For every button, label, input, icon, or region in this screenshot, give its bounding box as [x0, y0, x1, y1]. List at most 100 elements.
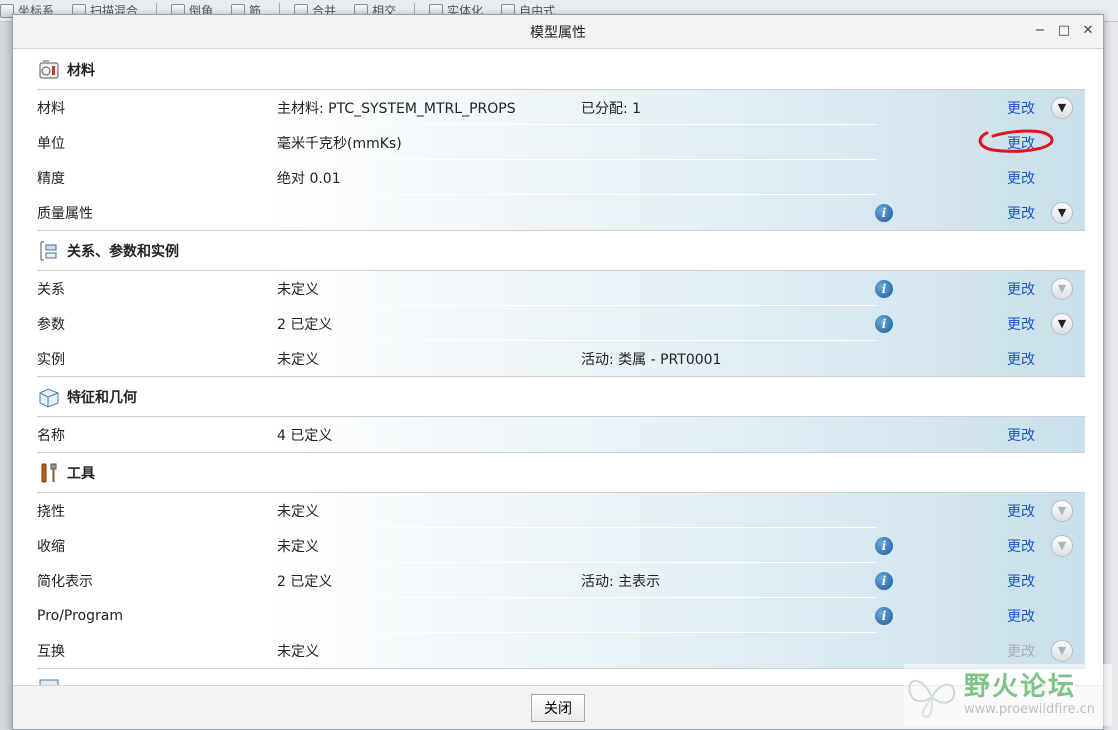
info-icon[interactable]: i	[875, 203, 893, 222]
change-link[interactable]: 更改	[1007, 501, 1035, 521]
property-status: 活动: 主表示	[581, 573, 661, 590]
property-label: 精度	[37, 170, 65, 187]
row-divider	[267, 124, 877, 125]
section-title: 关系、参数和实例	[67, 243, 179, 260]
property-label: 材料	[37, 100, 65, 117]
change-link[interactable]: 更改	[1007, 133, 1035, 153]
property-row: 质量属性 i 更改 ▼	[37, 195, 1085, 230]
row-highlight-band	[267, 528, 1085, 563]
watermark-url: www.proewildfire.cn	[964, 702, 1095, 717]
property-row: 挠性 未定义 更改 ▼	[37, 493, 1085, 528]
tools-icon	[37, 461, 61, 485]
row-divider	[267, 562, 877, 563]
property-label: 互换	[37, 643, 65, 660]
property-value: 未定义	[277, 281, 319, 298]
close-button[interactable]: 关闭	[531, 693, 585, 722]
property-label: 名称	[37, 427, 65, 444]
background-right-panel	[1104, 22, 1118, 730]
property-row: 关系 未定义 i 更改 ▼	[37, 271, 1085, 306]
row-highlight-band	[267, 563, 1085, 598]
property-value: 主材料: PTC_SYSTEM_MTRL_PROPS	[277, 100, 516, 117]
change-link[interactable]: 更改	[1007, 425, 1035, 445]
row-highlight-band	[267, 633, 1085, 668]
change-link[interactable]: 更改	[1007, 349, 1035, 369]
property-row: 参数 2 已定义 i 更改 ▼	[37, 306, 1085, 341]
change-link[interactable]: 更改	[1007, 571, 1035, 591]
property-value: 4 已定义	[277, 427, 333, 444]
background-left-panel	[0, 22, 12, 730]
property-label: 质量属性	[37, 205, 93, 222]
chevron-down-icon[interactable]: ▼	[1051, 201, 1073, 224]
feature-icon	[37, 385, 61, 409]
chevron-down-icon[interactable]: ▼	[1051, 277, 1073, 300]
property-value: 未定义	[277, 503, 319, 520]
property-value: 绝对 0.01	[277, 170, 341, 187]
change-link[interactable]: 更改	[1007, 536, 1035, 556]
row-highlight-band	[267, 417, 1085, 452]
change-link[interactable]: 更改	[1007, 606, 1035, 626]
close-icon[interactable]: ✕	[1081, 24, 1095, 38]
section-title: 特征和几何	[67, 389, 137, 406]
change-link[interactable]: 更改	[1007, 279, 1035, 299]
info-icon[interactable]: i	[875, 279, 893, 298]
property-label: Pro/Program	[37, 607, 123, 624]
info-icon[interactable]: i	[875, 536, 893, 555]
property-row: 互换 未定义 更改 ▼	[37, 633, 1085, 668]
dialog-title: 模型属性	[530, 24, 586, 41]
row-divider	[267, 527, 877, 528]
section-header: 特征和几何	[37, 377, 1085, 417]
section-title: 工具	[67, 465, 95, 482]
property-row: 名称 4 已定义 更改	[37, 417, 1085, 452]
property-value: 毫米千克秒(mmKs)	[277, 135, 402, 152]
change-link[interactable]: 更改	[1007, 168, 1035, 188]
info-icon[interactable]: i	[875, 314, 893, 333]
vertical-scrollbar[interactable]	[1089, 50, 1103, 686]
dialog-titlebar[interactable]: 模型属性 − □ ✕	[13, 15, 1103, 49]
chevron-down-icon[interactable]: ▼	[1051, 499, 1073, 522]
row-highlight-band	[267, 271, 1085, 306]
chevron-down-icon[interactable]: ▼	[1051, 534, 1073, 557]
info-icon[interactable]: i	[875, 571, 893, 590]
property-value: 2 已定义	[277, 573, 333, 590]
section: 特征和几何名称 4 已定义 更改	[37, 377, 1085, 453]
property-value: 未定义	[277, 643, 319, 660]
info-icon[interactable]: i	[875, 606, 893, 625]
model-properties-dialog: 模型属性 − □ ✕ 材料 材料 主材料: PTC_SYSTEM_MTRL_PROP…	[12, 14, 1104, 730]
relations-icon	[37, 239, 61, 263]
row-divider	[267, 340, 877, 341]
property-row: 材料 主材料: PTC_SYSTEM_MTRL_PROPS 已分配: 1 更改 ▼	[37, 90, 1085, 125]
watermark-name: 野火论坛	[964, 672, 1077, 702]
minimize-icon[interactable]: −	[1033, 24, 1047, 38]
property-row: 实例 未定义 活动: 类属 - PRT0001 更改	[37, 341, 1085, 376]
row-highlight-band	[267, 493, 1085, 528]
section-title: 材料	[67, 62, 95, 79]
section: 工具 挠性 未定义 更改 ▼ 收缩 未定义 i 更改 ▼ 简化表示 2 已定义 活动: 主表示 i 更改 Pr…	[37, 453, 1085, 669]
property-value: 2 已定义	[277, 316, 333, 333]
section-header: 材料	[37, 50, 1085, 90]
change-link[interactable]: 更改	[1007, 314, 1035, 334]
property-row: 单位 毫米千克秒(mmKs) 更改	[37, 125, 1085, 160]
property-row: 精度 绝对 0.01 更改	[37, 160, 1085, 195]
change-link[interactable]: 更改	[1007, 98, 1035, 118]
property-row: Pro/Program i 更改	[37, 598, 1085, 633]
chevron-down-icon[interactable]: ▼	[1051, 96, 1073, 119]
chevron-down-icon[interactable]: ▼	[1051, 312, 1073, 335]
chevron-down-icon[interactable]: ▼	[1051, 639, 1073, 662]
maximize-icon[interactable]: □	[1057, 24, 1071, 38]
row-divider	[267, 159, 877, 160]
section-header: 关系、参数和实例	[37, 231, 1085, 271]
property-value: 未定义	[277, 538, 319, 555]
property-label: 单位	[37, 135, 65, 152]
forum-watermark: 野火论坛 www.proewildfire.cn	[904, 664, 1112, 726]
row-highlight-band	[267, 195, 1085, 230]
material-icon	[37, 58, 61, 82]
property-label: 参数	[37, 316, 65, 333]
properties-scroll-area[interactable]: 材料 材料 主材料: PTC_SYSTEM_MTRL_PROPS 已分配: 1 更改 ▼ 单…	[13, 50, 1103, 686]
row-divider	[267, 305, 877, 306]
row-divider	[267, 632, 877, 633]
property-label: 收缩	[37, 538, 65, 555]
property-status: 已分配: 1	[581, 100, 642, 117]
row-highlight-band	[267, 598, 1085, 633]
change-link[interactable]: 更改	[1007, 203, 1035, 223]
property-label: 关系	[37, 281, 65, 298]
